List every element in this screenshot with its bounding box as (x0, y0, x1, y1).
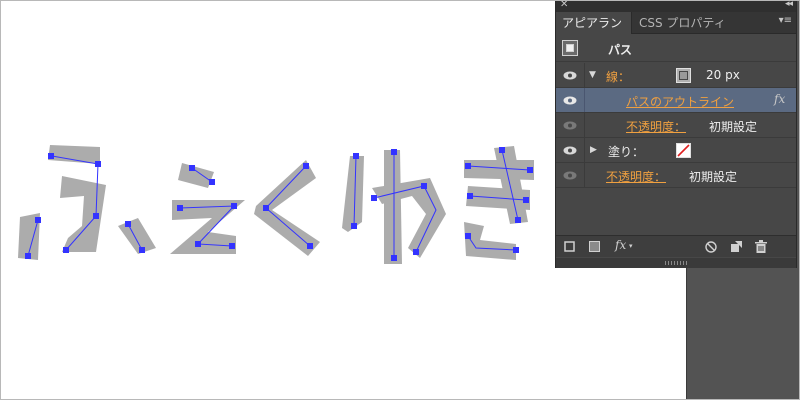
panel-tabs: アピアランス CSS プロパティ ▾≡ (556, 12, 796, 52)
new-stroke-icon[interactable] (564, 241, 575, 252)
tab-css-properties[interactable]: CSS プロパティ (633, 12, 732, 34)
panel-resize-bar[interactable] (556, 258, 796, 268)
disclosure-triangle-icon[interactable]: ▼ (589, 70, 596, 80)
stroke-opacity-value: 初期設定 (709, 120, 758, 134)
stroke-swatch-icon[interactable] (676, 68, 691, 83)
glyph-yu-stem (384, 150, 402, 264)
eye-icon[interactable] (563, 121, 577, 130)
glyph-ki-diag (494, 146, 528, 224)
close-icon[interactable]: ✕ (560, 0, 568, 10)
glyph-fu-right-dot (118, 218, 156, 254)
eye-icon[interactable] (563, 146, 577, 155)
resize-grip-icon[interactable] (665, 261, 689, 265)
new-fill-icon[interactable] (589, 241, 600, 252)
panel-titlebar: ✕ ◂◂ (556, 0, 796, 12)
clear-icon[interactable] (705, 241, 717, 253)
glyph-fu-top (48, 145, 100, 164)
tab-appearance[interactable]: アピアランス (556, 12, 632, 52)
stroke-label[interactable]: 線： (606, 68, 630, 85)
stroke-opacity-row[interactable]: 不透明度： 初期設定 (556, 113, 796, 138)
collapse-icon[interactable]: ◂◂ (785, 0, 793, 9)
stroke-weight-value[interactable]: 20 px (706, 68, 740, 82)
outline-path-effect-label[interactable]: パスのアウトライン (626, 93, 734, 110)
panel-toolbar: fx ▾ (556, 235, 796, 257)
fill-row[interactable]: ▶ 塗り： (556, 138, 796, 163)
glyph-fu-body (60, 176, 106, 252)
duplicate-icon[interactable] (730, 241, 742, 253)
panel-menu-icon[interactable]: ▾≡ (779, 15, 792, 26)
eye-icon[interactable] (563, 171, 577, 180)
object-type-label: パス (608, 43, 633, 57)
eye-icon[interactable] (563, 96, 577, 105)
object-header-row[interactable]: パス (556, 35, 796, 62)
fx-icon[interactable]: fx (615, 238, 626, 252)
stroke-row[interactable]: ▼ 線： 20 px (556, 63, 796, 88)
glyph-yu-left (342, 156, 364, 232)
opacity-label[interactable]: 不透明度： (606, 168, 666, 185)
trash-icon[interactable] (755, 240, 767, 253)
stroke-opacity-label[interactable]: 不透明度： (626, 118, 686, 135)
glyph-e-top (178, 163, 214, 188)
opacity-value: 初期設定 (689, 170, 738, 184)
square-icon (562, 40, 578, 56)
eye-icon[interactable] (563, 71, 577, 80)
chevron-down-icon: ▾ (629, 242, 633, 250)
fill-label[interactable]: 塗り： (608, 143, 644, 160)
fx-icon: fx (774, 92, 786, 106)
appearance-panel: ✕ ◂◂ アピアランス CSS プロパティ ▾≡ パス ▼ 線： 20 px パ… (555, 0, 797, 268)
outline-path-effect-row[interactable]: パスのアウトライン fx (556, 88, 796, 113)
fill-swatch-icon[interactable] (676, 143, 691, 158)
opacity-row[interactable]: 不透明度： 初期設定 (556, 163, 796, 188)
disclosure-triangle-icon[interactable]: ▶ (590, 145, 597, 155)
